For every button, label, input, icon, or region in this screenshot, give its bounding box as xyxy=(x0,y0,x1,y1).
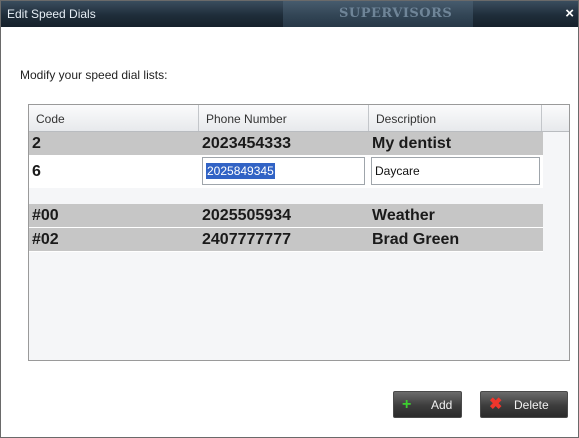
speed-dial-table: Code Phone Number Description 2 20234543… xyxy=(28,104,570,361)
table-row[interactable]: 2 2023454333 My dentist xyxy=(29,132,543,156)
delete-button[interactable]: ✖ Delete xyxy=(480,391,568,418)
column-header-phone-number[interactable]: Phone Number xyxy=(199,105,369,131)
background-window-label: SUPERVISORS xyxy=(339,6,453,21)
close-icon[interactable]: × xyxy=(565,5,574,23)
cell-description[interactable]: My dentist xyxy=(369,132,543,155)
cell-code[interactable]: #02 xyxy=(29,228,199,251)
title-bar[interactable]: SUPERVISORS Edit Speed Dials × xyxy=(1,1,578,27)
plus-icon: + xyxy=(402,396,412,413)
cell-phone-number[interactable]: 2407777777 xyxy=(199,228,369,251)
x-icon: ✖ xyxy=(489,396,503,413)
edit-speed-dials-dialog: SUPERVISORS Edit Speed Dials × Modify yo… xyxy=(0,0,579,438)
delete-button-label: Delete xyxy=(514,398,549,412)
cell-code[interactable]: 6 xyxy=(29,160,199,183)
table-row[interactable]: #00 2025505934 Weather xyxy=(29,204,543,228)
column-header-description[interactable]: Description xyxy=(369,105,542,131)
cell-phone-number[interactable]: 2023454333 xyxy=(199,132,369,155)
selected-phone-text: 2025849345 xyxy=(206,163,275,179)
cell-description[interactable]: Weather xyxy=(369,204,543,227)
description-input[interactable]: Daycare xyxy=(371,157,540,185)
column-header-spacer xyxy=(542,105,569,131)
instructions-text: Modify your speed dial lists: xyxy=(20,68,168,82)
table-row-editing[interactable]: 6 2025849345 Daycare xyxy=(29,156,543,188)
table-header: Code Phone Number Description xyxy=(29,105,569,132)
add-button[interactable]: + Add xyxy=(393,391,462,418)
add-button-label: Add xyxy=(431,398,453,412)
cell-code[interactable]: #00 xyxy=(29,204,199,227)
table-row[interactable]: #02 2407777777 Brad Green xyxy=(29,228,543,252)
column-header-code[interactable]: Code xyxy=(29,105,199,131)
cell-description[interactable]: Brad Green xyxy=(369,228,543,251)
cell-code[interactable]: 2 xyxy=(29,132,199,155)
phone-number-input[interactable]: 2025849345 xyxy=(202,157,365,185)
cell-phone-number[interactable]: 2025505934 xyxy=(199,204,369,227)
dialog-title: Edit Speed Dials xyxy=(7,7,96,21)
